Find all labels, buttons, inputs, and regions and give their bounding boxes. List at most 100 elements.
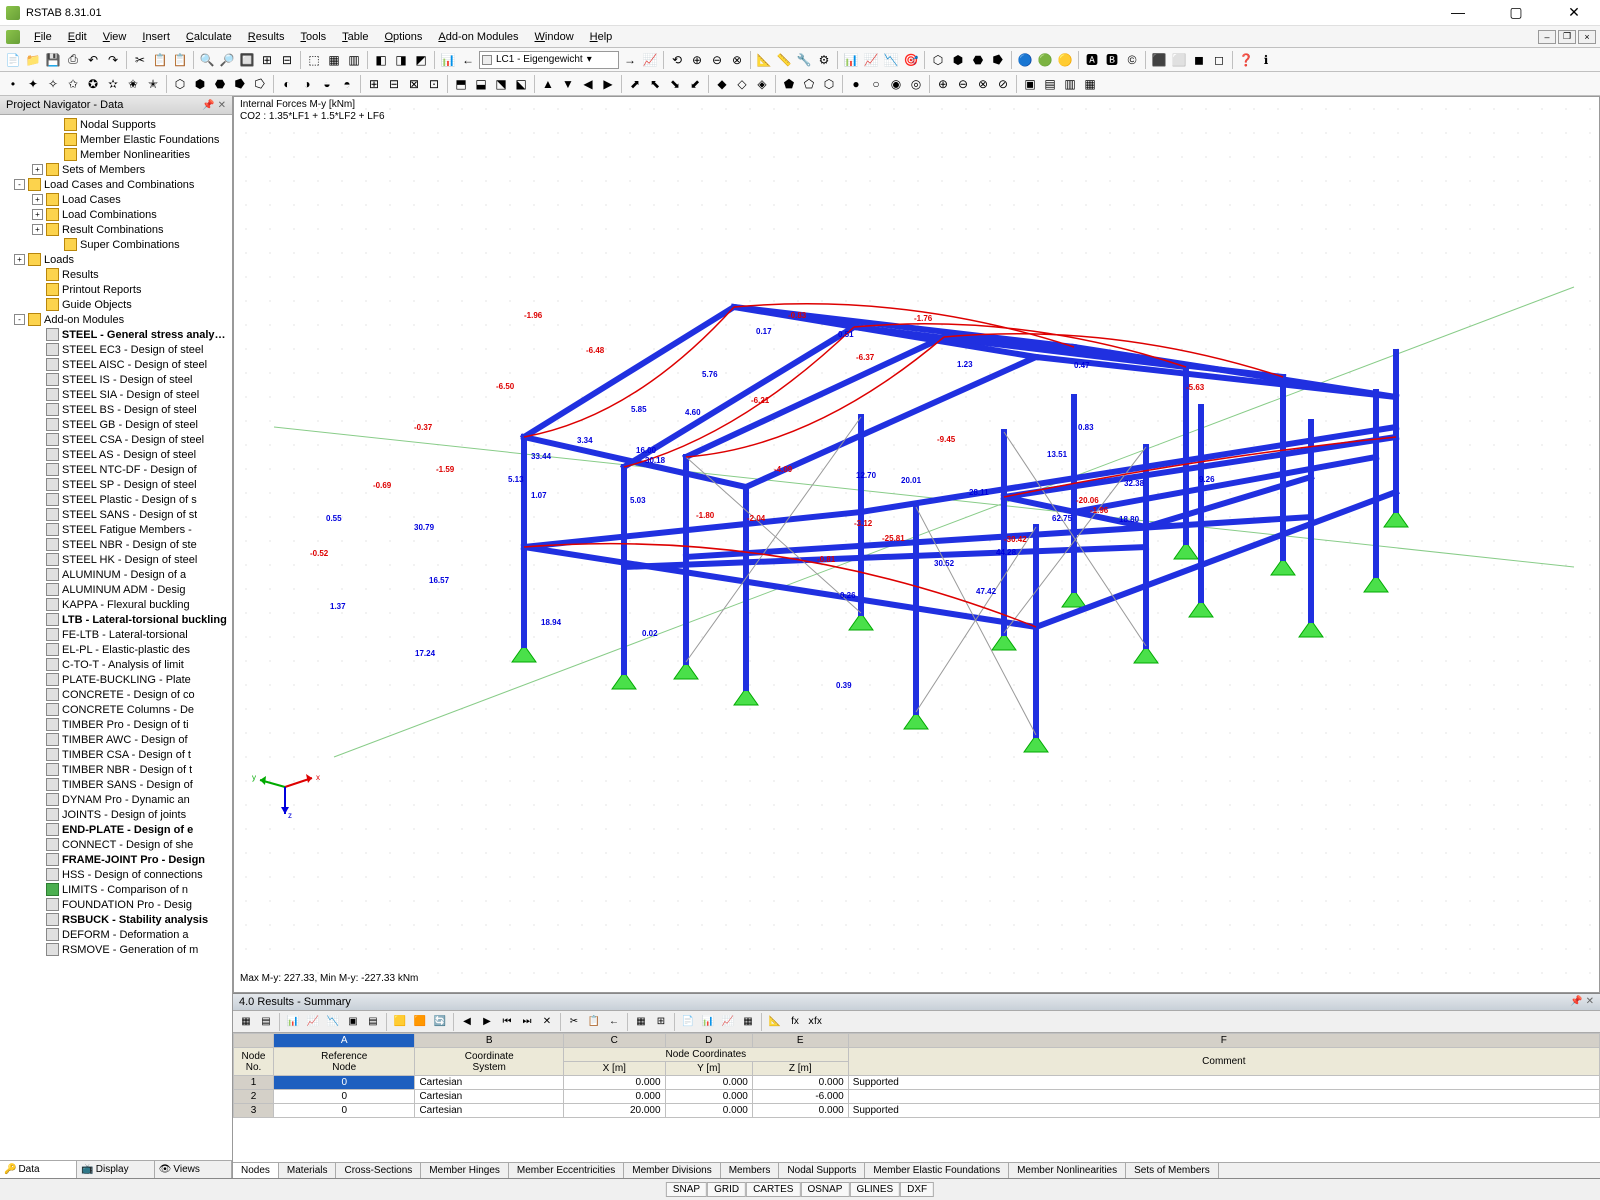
toolbar-button[interactable]: ◇ [733, 75, 751, 93]
menu-table[interactable]: Table [334, 29, 376, 45]
toolbar-button[interactable]: ⊕ [688, 51, 706, 69]
toolbar-button[interactable]: ◀ [579, 75, 597, 93]
load-case-combo[interactable]: LC1 - Eigengewicht▾ [479, 51, 619, 69]
toolbar-button[interactable]: ✩ [64, 75, 82, 93]
toolbar-button[interactable]: ℹ [1257, 51, 1275, 69]
toolbar-button[interactable]: ◩ [412, 51, 430, 69]
tree-item[interactable]: CONNECT - Design of she [0, 837, 232, 852]
tree-item[interactable]: CONCRETE - Design of co [0, 687, 232, 702]
toolbar-button[interactable]: 📈 [641, 51, 659, 69]
expand-icon[interactable]: - [14, 179, 25, 190]
status-toggle[interactable]: OSNAP [800, 1182, 849, 1197]
results-tab[interactable]: Member Divisions [624, 1163, 720, 1178]
expand-icon[interactable]: + [32, 224, 43, 235]
toolbar-button[interactable]: ⊡ [425, 75, 443, 93]
toolbar-button[interactable]: ⚙ [815, 51, 833, 69]
toolbar-button[interactable]: ◓ [338, 75, 356, 93]
toolbar-button[interactable]: ◑ [298, 75, 316, 93]
menu-calculate[interactable]: Calculate [178, 29, 240, 45]
toolbar-button[interactable]: ▶ [599, 75, 617, 93]
tree-item[interactable]: Super Combinations [0, 237, 232, 252]
toolbar-button[interactable]: ▣ [1021, 75, 1039, 93]
toolbar-button[interactable]: ✦ [24, 75, 42, 93]
toolbar-button[interactable]: ⬛ [1150, 51, 1168, 69]
toolbar-button[interactable]: ⬈ [626, 75, 644, 93]
toolbar-button[interactable]: ○ [867, 75, 885, 93]
toolbar-button[interactable]: 💾 [44, 51, 62, 69]
toolbar-button[interactable]: ◉ [887, 75, 905, 93]
toolbar-button[interactable]: 🔲 [238, 51, 256, 69]
status-toggle[interactable]: GRID [707, 1182, 746, 1197]
toolbar-button[interactable]: ⬡ [171, 75, 189, 93]
results-toolbar-button[interactable]: 📉 [324, 1013, 342, 1031]
tree-item[interactable]: STEEL SANS - Design of st [0, 507, 232, 522]
toolbar-button[interactable]: ⊖ [708, 51, 726, 69]
toolbar-button[interactable]: ✬ [124, 75, 142, 93]
toolbar-button[interactable]: ⊞ [365, 75, 383, 93]
tree-item[interactable]: RSBUCK - Stability analysis [0, 912, 232, 927]
toolbar-button[interactable]: 🔎 [218, 51, 236, 69]
expand-icon[interactable]: + [32, 209, 43, 220]
toolbar-button[interactable]: ◻ [1210, 51, 1228, 69]
mdi-restore-button[interactable]: ❐ [1558, 30, 1576, 44]
tree-item[interactable]: LTB - Lateral-torsional buckling [0, 612, 232, 627]
tree-item[interactable]: Guide Objects [0, 297, 232, 312]
tree-item[interactable]: DEFORM - Deformation a [0, 927, 232, 942]
results-toolbar-button[interactable]: ▦ [739, 1013, 757, 1031]
toolbar-button[interactable]: ▤ [1041, 75, 1059, 93]
toolbar-button[interactable]: ⬊ [666, 75, 684, 93]
results-toolbar-button[interactable]: ▦ [237, 1013, 255, 1031]
toolbar-button[interactable]: ⊗ [728, 51, 746, 69]
tree-item[interactable]: LIMITS - Comparison of n [0, 882, 232, 897]
tree-item[interactable]: Member Nonlinearities [0, 147, 232, 162]
tree-item[interactable]: STEEL GB - Design of steel [0, 417, 232, 432]
results-toolbar-button[interactable]: ▤ [364, 1013, 382, 1031]
toolbar-button[interactable]: 📋 [151, 51, 169, 69]
tree-item[interactable]: RSMOVE - Generation of m [0, 942, 232, 957]
table-row[interactable]: 10Cartesian0.0000.0000.000Supported [234, 1076, 1600, 1090]
tree-item[interactable]: KAPPA - Flexural buckling [0, 597, 232, 612]
toolbar-button[interactable]: ⊖ [954, 75, 972, 93]
toolbar-button[interactable]: • [4, 75, 22, 93]
results-toolbar-button[interactable]: ⊞ [652, 1013, 670, 1031]
model-viewport[interactable]: Internal Forces M-y [kNm] CO2 : 1.35*LF1… [233, 96, 1600, 993]
results-toolbar-button[interactable]: ▤ [257, 1013, 275, 1031]
tree-item[interactable]: +Load Cases [0, 192, 232, 207]
minimize-button[interactable]: — [1438, 4, 1478, 21]
tree-item[interactable]: C-TO-T - Analysis of limit [0, 657, 232, 672]
results-toolbar-button[interactable]: 🟧 [411, 1013, 429, 1031]
toolbar-button[interactable]: ⬡ [820, 75, 838, 93]
toolbar-button[interactable]: ⬢ [949, 51, 967, 69]
menu-file[interactable]: File [26, 29, 60, 45]
toolbar-button[interactable]: ▥ [345, 51, 363, 69]
toolbar-button[interactable]: ⬣ [969, 51, 987, 69]
mdi-minimize-button[interactable]: – [1538, 30, 1556, 44]
tree-item[interactable]: CONCRETE Columns - De [0, 702, 232, 717]
tree-item[interactable]: FRAME-JOINT Pro - Design [0, 852, 232, 867]
status-toggle[interactable]: SNAP [666, 1182, 707, 1197]
table-row[interactable]: 20Cartesian0.0000.000-6.000 [234, 1090, 1600, 1104]
tree-item[interactable]: STEEL SIA - Design of steel [0, 387, 232, 402]
tree-item[interactable]: Results [0, 267, 232, 282]
toolbar-button[interactable]: 🔵 [1016, 51, 1034, 69]
results-tab[interactable]: Members [721, 1163, 780, 1178]
tree-item[interactable]: DYNAM Pro - Dynamic an [0, 792, 232, 807]
tree-item[interactable]: +Sets of Members [0, 162, 232, 177]
tree-item[interactable]: STEEL AISC - Design of steel [0, 357, 232, 372]
tree-item[interactable]: TIMBER AWC - Design of [0, 732, 232, 747]
tree-item[interactable]: PLATE-BUCKLING - Plate [0, 672, 232, 687]
maximize-button[interactable]: ▢ [1496, 4, 1536, 21]
tree-item[interactable]: FE-LTB - Lateral-torsional [0, 627, 232, 642]
tree-item[interactable]: STEEL IS - Design of steel [0, 372, 232, 387]
tree-item[interactable]: -Add-on Modules [0, 312, 232, 327]
toolbar-button[interactable]: ✪ [84, 75, 102, 93]
expand-icon[interactable]: - [14, 314, 25, 325]
nav-tab-display[interactable]: 📺 Display [77, 1161, 154, 1178]
results-toolbar-button[interactable]: ← [605, 1013, 623, 1031]
toolbar-button[interactable]: ⬕ [512, 75, 530, 93]
toolbar-button[interactable]: ◎ [907, 75, 925, 93]
toolbar-button[interactable]: ⊕ [934, 75, 952, 93]
tree-item[interactable]: FOUNDATION Pro - Desig [0, 897, 232, 912]
tree-item[interactable]: TIMBER NBR - Design of t [0, 762, 232, 777]
toolbar-button[interactable]: ◨ [392, 51, 410, 69]
